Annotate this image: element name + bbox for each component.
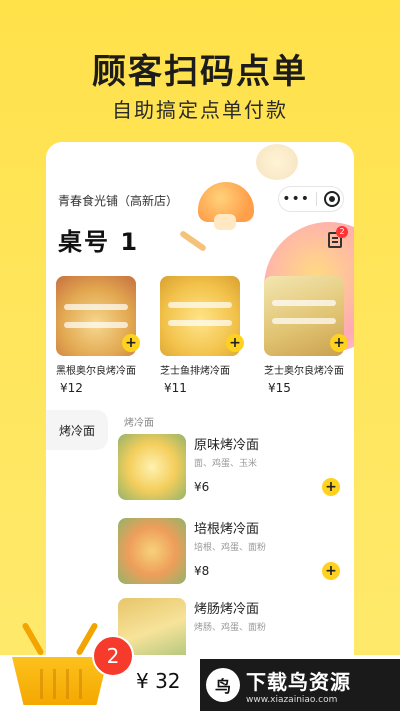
menu-item-price: ¥8 — [194, 564, 210, 578]
recommended-price: ¥15 — [268, 381, 291, 395]
watermark: 鸟 下载鸟资源 www.xiazainiao.com — [200, 659, 400, 711]
more-dots-icon[interactable]: ••• — [282, 192, 310, 206]
menu-item-desc: 烤肠、鸡蛋、面粉 — [194, 623, 267, 633]
add-button[interactable]: + — [122, 334, 140, 352]
watermark-url: www.xiazainiao.com — [246, 694, 338, 705]
menu-item-desc: 培根、鸡蛋、面粉 — [194, 543, 267, 553]
menu-item[interactable]: 原味烤冷面 面、鸡蛋、玉米 ¥6 + — [118, 434, 348, 506]
cart-bar: 2 ¥ 32 鸟 下载鸟资源 www.xiazainiao.com — [0, 621, 400, 711]
recommended-price: ¥11 — [164, 381, 187, 395]
category-item[interactable]: 烤冷面 — [46, 410, 108, 450]
hero-title: 顾客扫码点单 — [92, 52, 308, 92]
menu-item-price: ¥6 — [194, 480, 210, 494]
food-image: + — [56, 276, 140, 356]
recommended-price: ¥12 — [60, 381, 83, 395]
basket-handle — [21, 621, 45, 657]
food-image — [118, 518, 186, 584]
add-button[interactable]: + — [330, 334, 348, 352]
food-image: + — [264, 276, 348, 356]
order-badge: 2 — [336, 226, 348, 238]
target-icon[interactable] — [323, 191, 340, 207]
decor-stick — [178, 229, 208, 253]
recommended-card[interactable]: + 芝士鱼排烤冷面 ¥11 — [160, 276, 244, 395]
cart-total: ¥ 32 — [136, 669, 181, 693]
menu-section-title: 烤冷面 — [124, 418, 154, 429]
shop-name: 青春食光铺（高新店） — [58, 194, 179, 208]
food-image: + — [160, 276, 244, 356]
recommended-name: 芝士奥尔良烤冷面 — [264, 366, 344, 377]
menu-item-name: 原味烤冷面 — [194, 438, 260, 453]
menu-item[interactable]: 培根烤冷面 培根、鸡蛋、面粉 ¥8 + — [118, 518, 348, 590]
phone-screen: 青春食光铺（高新店） ••• 桌号 1 2 + 黑根奥尔良烤冷面 ¥12 + 芝… — [46, 142, 354, 702]
watermark-title: 下载鸟资源 — [246, 669, 351, 694]
food-image — [118, 434, 186, 500]
menu-item-name: 培根烤冷面 — [194, 522, 260, 537]
recommended-list: + 黑根奥尔良烤冷面 ¥12 + 芝士鱼排烤冷面 ¥11 + 芝士奥尔良烤冷面 … — [56, 276, 348, 395]
add-button[interactable]: + — [322, 562, 340, 580]
add-button[interactable]: + — [322, 478, 340, 496]
menu-item-name: 烤肠烤冷面 — [194, 602, 260, 617]
cart-count-badge: 2 — [92, 635, 134, 677]
recommended-name: 芝士鱼排烤冷面 — [160, 366, 230, 377]
menu-item-desc: 面、鸡蛋、玉米 — [194, 459, 258, 469]
watermark-logo: 鸟 — [206, 668, 240, 702]
hero-subtitle: 自助搞定点单付款 — [112, 98, 288, 122]
capsule-divider — [316, 192, 318, 206]
decor-mushroom-stem — [214, 214, 236, 230]
decor-egg — [256, 144, 298, 180]
table-number: 桌号 1 — [58, 228, 140, 256]
recommended-name: 黑根奥尔良烤冷面 — [56, 366, 136, 377]
recommended-card[interactable]: + 芝士奥尔良烤冷面 ¥15 — [264, 276, 348, 395]
basket-weave — [30, 669, 90, 699]
add-button[interactable]: + — [226, 334, 244, 352]
recommended-card[interactable]: + 黑根奥尔良烤冷面 ¥12 — [56, 276, 140, 395]
miniapp-capsule: ••• — [278, 186, 344, 212]
